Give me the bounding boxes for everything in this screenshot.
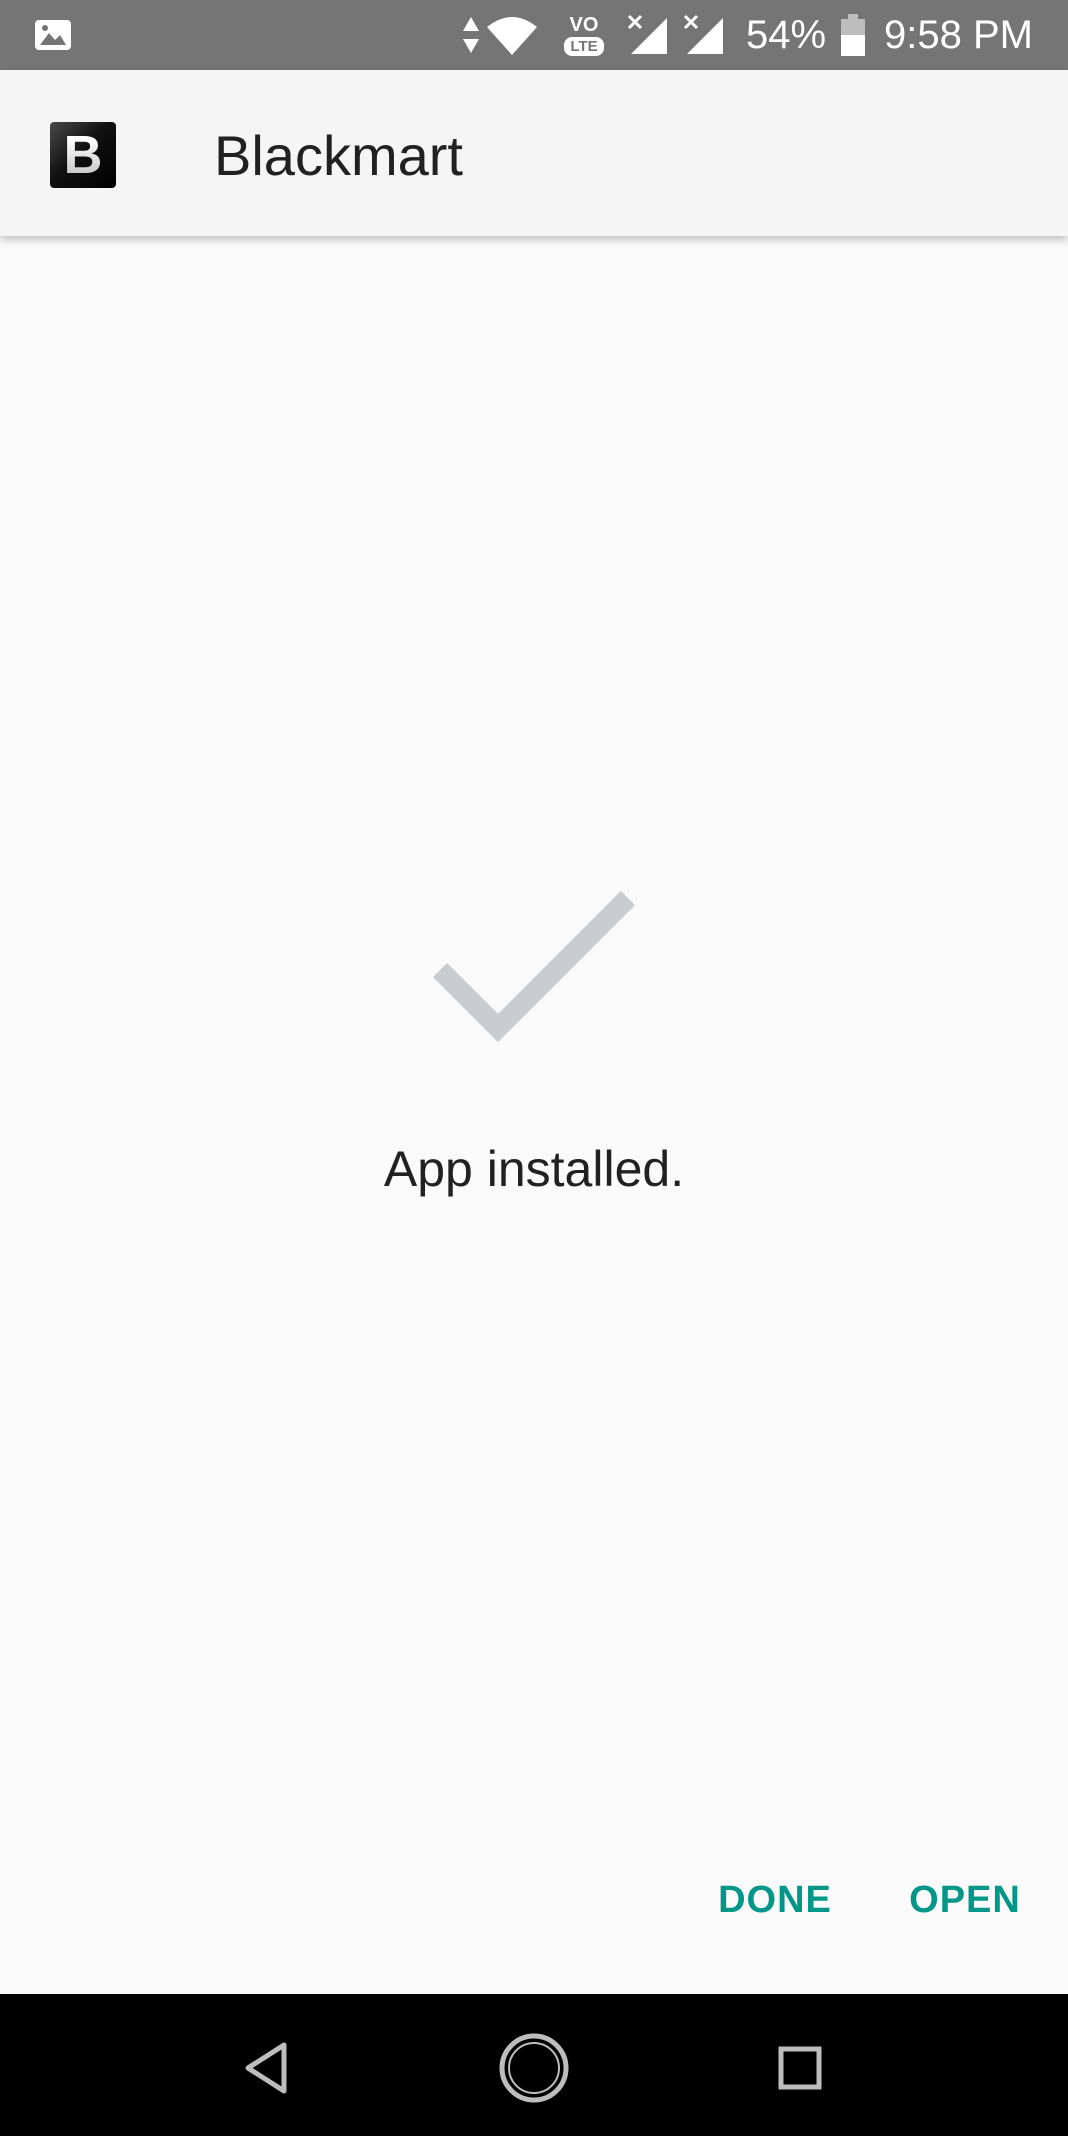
home-icon[interactable] bbox=[496, 2030, 572, 2106]
app-bar: B Blackmart bbox=[0, 70, 1068, 236]
logo-letter: B bbox=[63, 125, 103, 185]
lte-badge: LTE bbox=[564, 36, 604, 56]
battery-percent: 54% bbox=[745, 12, 827, 57]
clock: 9:58 PM bbox=[884, 12, 1033, 57]
done-button[interactable]: DONE bbox=[688, 1864, 862, 1936]
navigation-bar bbox=[0, 1994, 1068, 2136]
recents-icon[interactable] bbox=[762, 2030, 838, 2106]
battery-icon bbox=[838, 0, 868, 70]
open-button[interactable]: OPEN bbox=[878, 1864, 1052, 1936]
checkmark-icon bbox=[430, 888, 640, 1058]
volte-label: VO bbox=[569, 13, 599, 36]
status-bar: VO LTE 54% 9:58 PM bbox=[0, 0, 1068, 70]
blackmart-logo: B bbox=[50, 122, 116, 188]
signal-icon bbox=[626, 0, 670, 70]
data-arrows-icon bbox=[460, 0, 482, 70]
back-icon[interactable] bbox=[228, 2030, 304, 2106]
signal-icon bbox=[682, 0, 726, 70]
image-notification-icon bbox=[30, 0, 76, 70]
install-status-message: App installed. bbox=[383, 1141, 685, 1197]
volte-icon: VO LTE bbox=[556, 0, 612, 70]
app-title: Blackmart bbox=[214, 123, 463, 187]
wifi-icon bbox=[484, 0, 540, 70]
